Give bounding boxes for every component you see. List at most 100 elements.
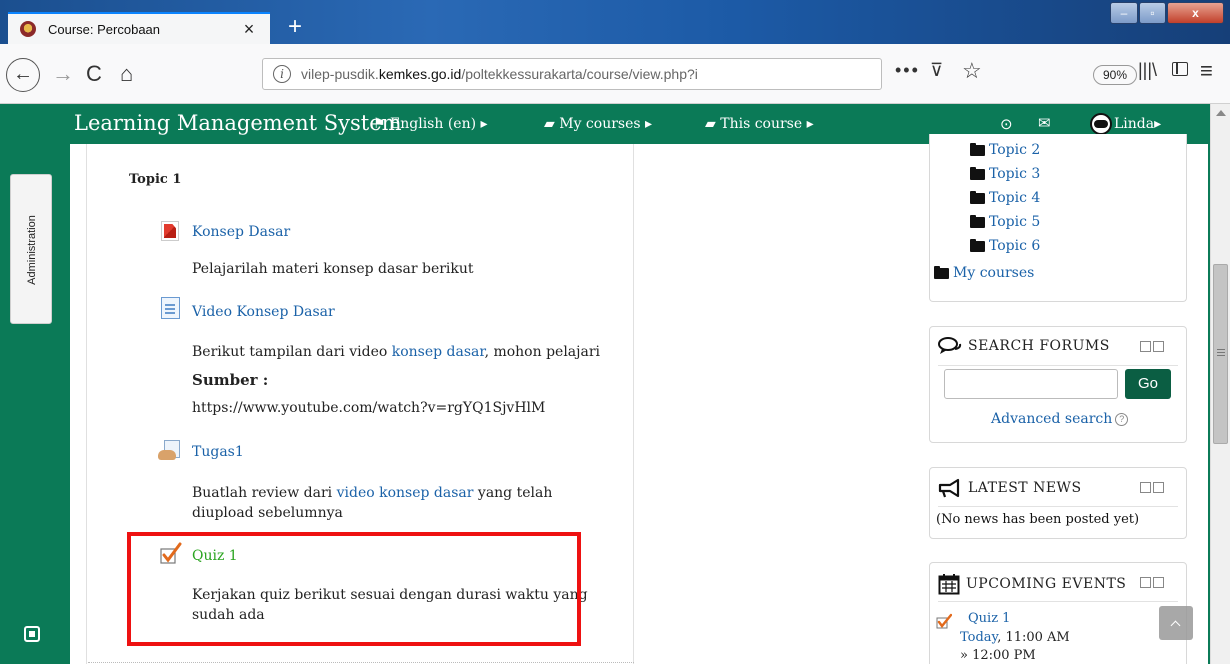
folder-icon [970,166,985,180]
browser-tab-bar: Course: Percobaan × + – ▫ x [0,0,1230,44]
administration-label: Administration [26,215,38,285]
caret-icon: ▸ [1154,116,1162,132]
section-divider [88,662,634,663]
nav-item-topic-6[interactable]: Topic 6 [970,238,1040,254]
caret-icon: ▸ [480,116,488,132]
red-highlight-box [127,532,581,646]
folder-icon [970,238,985,252]
block-title: LATEST NEWS [968,480,1082,496]
url-text[interactable]: vilep-pusdik.kemkes.go.id/poltekkessurak… [301,66,771,82]
megaphone-icon [938,478,960,498]
event-day-link[interactable]: Today [960,630,997,645]
video-link[interactable]: video [337,485,375,501]
dock-icon[interactable] [24,626,40,642]
caret-icon: ▸ [645,116,653,132]
navigation-block: Topic 2 Topic 3 Topic 4 Topic 5 Topic 6 … [929,134,1187,302]
event-time: Today, 11:00 AM » 12:00 PM [960,630,1070,663]
avatar [1090,113,1112,135]
administration-dock-tab[interactable]: Administration [10,174,52,324]
site-brand-link[interactable]: Learning Management System [74,111,402,135]
browser-toolbar: ← → C ⌂ i vilep-pusdik.kemkes.go.id/polt… [0,44,1230,104]
block-header: LATEST NEWS [938,478,1082,498]
library-icon[interactable]: |||\ [1138,60,1157,81]
scroll-to-top-button[interactable] [1159,606,1193,640]
page-scrollbar[interactable] [1210,104,1230,664]
tab-close-icon[interactable]: × [238,19,260,40]
forward-button[interactable]: → [52,60,74,88]
folder-icon [970,214,985,228]
activity-link-konsep-dasar[interactable]: Konsep Dasar [192,224,290,240]
activity-description-line2: diupload sebelumnya [192,505,343,521]
pocket-icon[interactable]: ⊽ [930,60,943,81]
nav-item-topic-2[interactable]: Topic 2 [970,142,1040,158]
block-controls-icon[interactable] [1140,577,1164,588]
site-info-icon[interactable]: i [273,65,291,83]
nav-item-topic-4[interactable]: Topic 4 [970,190,1040,206]
page-body: Administration Topic 1 Konsep Dasar Pela… [0,134,1210,664]
advanced-search-link[interactable]: Advanced search? [991,411,1129,427]
block-controls-icon[interactable] [1140,341,1164,352]
page-actions-icon[interactable]: ••• [895,60,920,81]
caret-icon: ▸ [806,116,814,132]
this-course-label: This course [720,116,803,132]
no-news-text: (No news has been posted yet) [936,512,1140,527]
search-forums-input[interactable] [944,369,1118,399]
site-favicon-icon [20,21,36,37]
language-label: English (en) [390,116,477,132]
window-close-button[interactable]: x [1167,2,1224,24]
pdf-icon [161,221,179,241]
konsep-dasar-link[interactable]: konsep dasar [379,485,473,501]
search-forums-block: SEARCH FORUMS Go Advanced search? [929,326,1187,443]
window-maximize-button[interactable]: ▫ [1139,2,1166,24]
new-tab-button[interactable]: + [280,14,310,42]
speech-bubbles-icon [938,337,962,354]
help-icon[interactable]: ? [1115,412,1129,426]
target-icon[interactable]: ⊙ [1000,115,1013,133]
sidebar-toggle-icon[interactable] [1172,62,1188,76]
language-menu[interactable]: ⚑ English (en) ▸ [373,116,488,132]
go-button[interactable]: Go [1125,369,1171,399]
back-button[interactable]: ← [6,58,40,92]
calendar-icon [938,574,960,595]
block-separator [938,365,1178,366]
quiz-icon [936,613,952,629]
url-bar[interactable]: i vilep-pusdik.kemkes.go.id/poltekkessur… [262,58,1137,90]
folder-icon [970,190,985,204]
page-icon [161,297,180,319]
home-button[interactable]: ⌂ [120,60,133,88]
event-quiz-link[interactable]: Quiz 1 [968,611,1010,626]
hamburger-menu-icon[interactable]: ≡ [1200,58,1213,84]
column-divider [633,144,634,664]
window-minimize-button[interactable]: – [1110,2,1138,24]
user-menu[interactable]: Linda ▸ [1090,113,1161,135]
reload-button[interactable]: C [86,60,102,88]
mail-icon[interactable]: ✉ [1038,114,1051,132]
source-label: Sumber : [192,371,269,389]
latest-news-block: LATEST NEWS (No news has been posted yet… [929,467,1187,539]
block-controls-icon[interactable] [1140,482,1164,493]
browser-tab[interactable]: Course: Percobaan × [8,12,270,44]
nav-item-my-courses[interactable]: My courses [934,265,1034,281]
nav-item-topic-3[interactable]: Topic 3 [970,166,1040,182]
upcoming-events-block: UPCOMING EVENTS Quiz 1 Today, 11:00 AM »… [929,562,1187,664]
this-course-menu[interactable]: ▰ This course ▸ [705,116,814,132]
briefcase-icon: ▰ [544,116,555,132]
scrollbar-thumb[interactable] [1213,264,1228,444]
my-courses-menu[interactable]: ▰ My courses ▸ [544,116,652,132]
bookmark-star-icon[interactable]: ☆ [962,58,982,84]
event-end-time: » 12:00 PM [960,648,1036,663]
activity-description: Buatlah review dari video konsep dasar y… [192,485,553,501]
block-title: SEARCH FORUMS [968,338,1110,354]
activity-description: Pelajarilah materi konsep dasar berikut [192,261,474,277]
konsep-dasar-link[interactable]: konsep dasar [392,344,485,360]
topic-title: Topic 1 [129,172,182,187]
zoom-level-badge[interactable]: 90% [1093,65,1137,85]
activity-link-tugas1[interactable]: Tugas1 [192,444,244,460]
activity-link-video-konsep-dasar[interactable]: Video Konsep Dasar [192,304,335,320]
nav-item-topic-5[interactable]: Topic 5 [970,214,1040,230]
block-header: SEARCH FORUMS [938,337,1110,355]
my-courses-label: My courses [559,116,641,132]
folder-icon [970,142,985,156]
scroll-up-arrow-icon[interactable] [1216,110,1226,116]
block-title: UPCOMING EVENTS [966,576,1127,592]
